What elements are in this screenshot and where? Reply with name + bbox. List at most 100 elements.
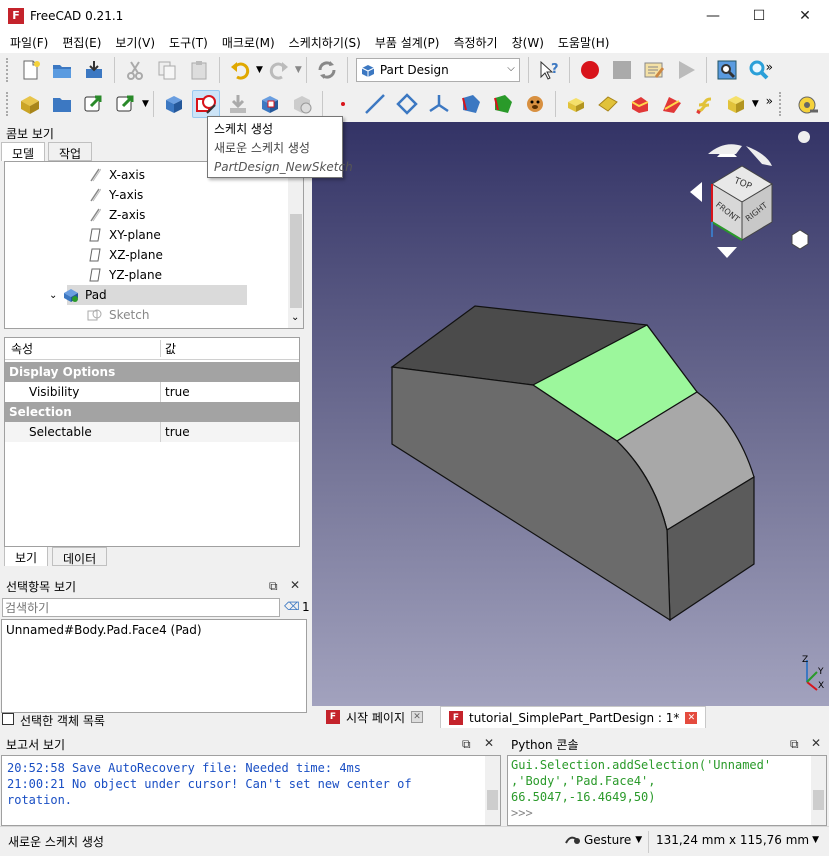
toolbar-grip[interactable] — [779, 92, 783, 116]
report-scrollbar[interactable] — [485, 756, 500, 825]
property-row-selectable[interactable]: Selectable true — [5, 422, 299, 442]
datum-plane-icon[interactable] — [393, 90, 421, 118]
navigation-style-selector[interactable]: Gesture ▼ — [564, 833, 642, 847]
link-dropdown-icon[interactable]: ▼ — [142, 99, 149, 109]
navigation-cube[interactable]: TOP FRONT RIGHT — [690, 131, 810, 258]
additive-helix-icon[interactable] — [690, 90, 718, 118]
subshape-binder-icon[interactable] — [489, 90, 517, 118]
tab-tutorial-document[interactable]: F tutorial_SimplePart_PartDesign : 1* ✕ — [440, 706, 707, 728]
new-document-icon[interactable] — [16, 56, 44, 84]
tree-item-pad[interactable]: ⌄ Pad — [5, 285, 303, 305]
console-prompt[interactable]: >>> — [511, 805, 823, 821]
tab-view[interactable]: 보기 — [4, 547, 49, 566]
additive-loft-icon[interactable] — [626, 90, 654, 118]
menu-macro[interactable]: 매크로(M) — [215, 34, 282, 51]
record-macro-icon[interactable] — [576, 56, 604, 84]
local-coordinate-system-icon[interactable] — [425, 90, 453, 118]
open-folder-icon[interactable] — [48, 56, 76, 84]
menu-edit[interactable]: 편집(E) — [55, 34, 108, 51]
close-panel-icon[interactable]: ✕ — [290, 578, 300, 592]
tab-model[interactable]: 모델 — [1, 142, 46, 161]
menu-file[interactable]: 파일(F) — [3, 34, 55, 51]
make-sublink-icon[interactable] — [112, 90, 140, 118]
tab-data[interactable]: 데이터 — [52, 547, 108, 566]
make-link-icon[interactable] — [80, 90, 108, 118]
refresh-icon[interactable] — [313, 56, 341, 84]
tree-item-xz-plane[interactable]: XZ-plane — [5, 245, 303, 265]
property-row-visibility[interactable]: Visibility true — [5, 382, 299, 402]
float-panel-icon[interactable]: ⧉ — [269, 579, 278, 594]
dimension-display[interactable]: 131,24 mm x 115,76 mm ▼ — [656, 833, 819, 847]
new-sketch-icon[interactable] — [191, 90, 220, 118]
nav-view-menu-cube-icon[interactable] — [791, 229, 809, 250]
create-group-icon[interactable] — [48, 90, 76, 118]
float-panel-icon[interactable]: ⧉ — [462, 737, 471, 752]
property-group-selection[interactable]: Selection — [5, 402, 299, 422]
primitive-dropdown-icon[interactable]: ▼ — [752, 99, 759, 109]
close-window-button[interactable]: ✕ — [782, 0, 828, 31]
attach-sketch-icon[interactable] — [256, 90, 284, 118]
save-icon[interactable] — [80, 56, 108, 84]
nav-menu-icon[interactable] — [798, 131, 810, 143]
scrollbar-thumb[interactable] — [813, 790, 824, 810]
nav-arrow-down-icon[interactable] — [717, 247, 737, 258]
scroll-down-icon[interactable]: ⌄ — [291, 312, 299, 323]
shape-binder-icon[interactable] — [457, 90, 485, 118]
maximize-button[interactable]: ☐ — [736, 0, 782, 31]
std-view-fit-icon[interactable] — [713, 56, 741, 84]
picked-list-checkbox[interactable] — [2, 713, 14, 725]
toolbar-overflow-icon[interactable]: » — [766, 94, 773, 108]
3d-viewport[interactable]: TOP FRONT RIGHT Z Y X — [312, 122, 829, 706]
menu-window[interactable]: 창(W) — [505, 34, 551, 51]
revolution-icon[interactable] — [594, 90, 622, 118]
tree-item-z-axis[interactable]: Z-axis — [5, 205, 303, 225]
undo-icon[interactable] — [226, 56, 254, 84]
workbench-selector[interactable]: Part Design ⌵ — [355, 58, 520, 82]
python-console[interactable]: Gui.Selection.addSelection('Unnamed' ,'B… — [507, 755, 827, 826]
pad-icon[interactable] — [562, 90, 590, 118]
minimize-button[interactable]: — — [690, 0, 736, 31]
create-body-icon[interactable] — [160, 90, 188, 118]
tree-item-xy-plane[interactable]: XY-plane — [5, 225, 303, 245]
additive-pipe-icon[interactable] — [658, 90, 686, 118]
selection-search-input[interactable] — [2, 598, 280, 617]
close-tab-icon[interactable]: ✕ — [685, 711, 698, 724]
selection-item[interactable]: Unnamed#Body.Pad.Face4 (Pad) — [6, 623, 302, 637]
menu-help[interactable]: 도움말(H) — [551, 34, 617, 51]
float-panel-icon[interactable]: ⧉ — [790, 737, 799, 752]
toolbar-overflow-icon[interactable]: » — [766, 60, 773, 74]
tree-item-sketch[interactable]: Sketch — [5, 305, 303, 325]
menu-tools[interactable]: 도구(T) — [162, 34, 215, 51]
tab-tasks[interactable]: 작업 — [48, 142, 93, 161]
close-tab-icon[interactable]: ✕ — [411, 711, 424, 723]
nav-rotate-right-icon[interactable] — [746, 146, 772, 166]
expand-chevron-icon[interactable]: ⌄ — [49, 290, 63, 301]
measure-tape-icon[interactable] — [793, 90, 821, 118]
datum-point-icon[interactable] — [329, 90, 357, 118]
3d-scene[interactable]: TOP FRONT RIGHT Z Y X — [312, 122, 829, 706]
menu-part-design[interactable]: 부품 설계(P) — [368, 34, 447, 51]
additive-primitive-icon[interactable] — [722, 90, 750, 118]
whats-this-icon[interactable]: ? — [535, 56, 563, 84]
menu-sketch[interactable]: 스케치하기(S) — [282, 34, 368, 51]
undo-dropdown-icon[interactable]: ▼ — [256, 65, 263, 75]
create-part-icon[interactable] — [16, 90, 44, 118]
clear-search-icon[interactable]: ⌫ — [284, 600, 300, 614]
console-scrollbar[interactable] — [811, 756, 826, 825]
tree-item-yz-plane[interactable]: YZ-plane — [5, 265, 303, 285]
tree-scrollbar[interactable]: ⌄ — [288, 162, 303, 328]
tree-item-y-axis[interactable]: Y-axis — [5, 185, 303, 205]
tab-start-page[interactable]: F 시작 페이지 ✕ — [318, 706, 431, 728]
nav-rotate-left-icon[interactable] — [708, 144, 742, 154]
menu-view[interactable]: 보기(V) — [108, 34, 162, 51]
clone-dog-icon[interactable] — [521, 90, 549, 118]
scrollbar-thumb[interactable] — [487, 790, 498, 810]
nav-arrow-left-icon[interactable] — [690, 182, 702, 202]
toolbar-grip[interactable] — [6, 58, 10, 82]
menu-measure[interactable]: 측정하기 — [446, 34, 504, 51]
close-panel-icon[interactable]: ✕ — [484, 736, 494, 750]
property-group-display-options[interactable]: Display Options — [5, 362, 299, 382]
property-value[interactable]: true — [161, 385, 190, 399]
macros-icon[interactable] — [640, 56, 668, 84]
property-value[interactable]: true — [161, 425, 190, 439]
